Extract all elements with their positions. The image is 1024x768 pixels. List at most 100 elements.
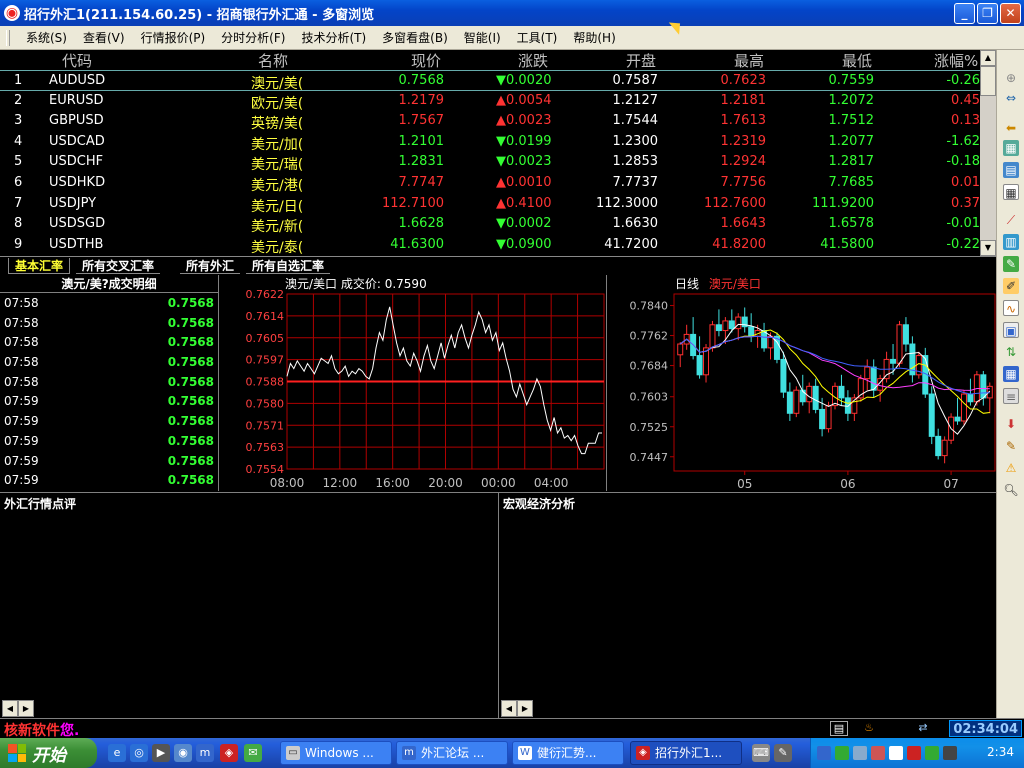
list-item[interactable]: 07:59 0.7568 bbox=[0, 391, 218, 411]
menu-view[interactable]: 查看(V) bbox=[75, 29, 133, 46]
trend-icon[interactable]: ∿ bbox=[1003, 300, 1019, 316]
news-icon[interactable]: ≡ bbox=[1003, 388, 1019, 404]
tray-monitor-icon[interactable] bbox=[853, 746, 867, 760]
tab-all-cross-rates[interactable]: 所有交叉汇率 bbox=[76, 258, 161, 274]
menu-quotes[interactable]: 行情报价(P) bbox=[133, 29, 214, 46]
line-chart-icon[interactable]: ⟋ bbox=[1003, 212, 1019, 228]
table-row[interactable]: 9 USDTHB 美元/泰(41.6300 ▼0.0900 41.7200 41.8200… bbox=[0, 235, 980, 256]
col-low[interactable]: 最低 bbox=[842, 50, 872, 71]
menu-system[interactable]: 系统(S) bbox=[18, 29, 75, 46]
network-places-icon[interactable]: ◉ bbox=[174, 744, 192, 762]
report-icon[interactable]: ▤ bbox=[1003, 162, 1019, 178]
commentary-hscroll[interactable]: ◀ ▶ bbox=[2, 700, 34, 718]
task-forex-trend[interactable]: W 健衍汇势... bbox=[512, 741, 624, 765]
table-row[interactable]: 4 USDCAD 美元/加(1.2101 ▼0.0199 1.2300 1.2319 1.2… bbox=[0, 132, 980, 153]
macro-hscroll[interactable]: ◀ ▶ bbox=[501, 700, 533, 718]
tab-all-forex[interactable]: 所有外汇 bbox=[180, 258, 241, 274]
list-item[interactable]: 07:58 0.7568 bbox=[0, 372, 218, 392]
table-row[interactable]: 8 USDSGD 美元/新(1.6628 ▼0.0002 1.6630 1.6643 1.6… bbox=[0, 214, 980, 235]
quote-table-scrollbar[interactable]: ▲ ▼ bbox=[980, 50, 996, 256]
list-item[interactable]: 07:59 0.7568 bbox=[0, 470, 218, 490]
ie-icon[interactable]: e bbox=[108, 744, 126, 762]
tab-all-favorites[interactable]: 所有自选汇率 bbox=[246, 258, 331, 274]
back-arrow-icon[interactable]: ⬅ bbox=[1003, 120, 1019, 136]
list-item[interactable]: 07:58 0.7568 bbox=[0, 313, 218, 333]
messenger-icon[interactable]: m bbox=[196, 744, 214, 762]
tray-forex-icon[interactable] bbox=[907, 746, 921, 760]
tray-network-icon[interactable] bbox=[817, 746, 831, 760]
media-icon[interactable]: ▶ bbox=[152, 744, 170, 762]
col-pct[interactable]: 涨幅% bbox=[934, 50, 978, 71]
menu-tools[interactable]: 工具(T) bbox=[509, 29, 566, 46]
col-code[interactable]: 代码 bbox=[62, 50, 92, 71]
network-icon[interactable]: ▤ bbox=[830, 721, 848, 736]
table-icon[interactable]: ▦ bbox=[1003, 184, 1019, 200]
tab-basic-rates[interactable]: 基本汇率 bbox=[8, 258, 71, 274]
user-icon[interactable]: ♨ bbox=[860, 721, 878, 736]
table-row[interactable]: 2 EURUSD 欧元/美(1.2179 ▲0.0054 1.2127 1.2181 1.2… bbox=[0, 91, 980, 112]
menu-intraday-analysis[interactable]: 分时分析(F) bbox=[213, 29, 293, 46]
menu-smart[interactable]: 智能(I) bbox=[456, 29, 509, 46]
window-layout-icon[interactable]: ▣ bbox=[1003, 322, 1019, 338]
col-name[interactable]: 名称 bbox=[258, 50, 288, 71]
tool-icon[interactable]: ✎ bbox=[774, 744, 792, 762]
list-item[interactable]: 07:59 0.7568 bbox=[0, 411, 218, 431]
minimize-button[interactable]: _ bbox=[954, 3, 975, 24]
zoom-in-icon[interactable]: ⊕ bbox=[1003, 70, 1019, 86]
scroll-thumb[interactable] bbox=[980, 66, 996, 96]
multi-chart-icon[interactable]: ▥ bbox=[1003, 234, 1019, 250]
exchange-icon[interactable]: ⇅ bbox=[1003, 344, 1019, 360]
browser-icon[interactable]: ◎ bbox=[130, 744, 148, 762]
daily-chart[interactable]: 0.7840 0.7762 0.7684 0.7603 0.7525 0.7447 05 06… bbox=[608, 275, 996, 491]
task-windows[interactable]: ▭ Windows ... bbox=[280, 741, 392, 765]
list-item[interactable]: 07:58 0.7568 bbox=[0, 352, 218, 372]
table-row[interactable]: 6 USDHKD 美元/港(7.7747 ▲0.0010 7.7737 7.7756 7.7… bbox=[0, 173, 980, 194]
menu-multi-window[interactable]: 多窗看盘(B) bbox=[374, 29, 456, 46]
task-cmb-forex[interactable]: ◈ 招行外汇1... bbox=[630, 741, 742, 765]
alert-icon[interactable]: ⚠ bbox=[1003, 460, 1019, 476]
keyboard-icon[interactable]: ⌨ bbox=[752, 744, 770, 762]
daily-chart-panel[interactable]: 日线 澳元/美口 0.7840 0.7762 0.7684 0.7603 0.7525 0… bbox=[608, 275, 996, 491]
table-row[interactable]: 5 USDCHF 美元/瑞(1.2831 ▼0.0023 1.2853 1.2924 1.2… bbox=[0, 152, 980, 173]
list-item[interactable]: 07:59 0.7568 bbox=[0, 431, 218, 451]
table-row[interactable]: 7 USDJPY 美元/日(112.7100 ▲0.4100 112.3000 112.7… bbox=[0, 194, 980, 215]
forex-app-icon[interactable]: ◈ bbox=[220, 744, 238, 762]
scroll-down-button[interactable]: ▼ bbox=[980, 240, 996, 256]
restore-button[interactable]: ❐ bbox=[977, 3, 998, 24]
scroll-left-button[interactable]: ◀ bbox=[2, 700, 18, 717]
scroll-right-button[interactable]: ▶ bbox=[18, 700, 34, 717]
list-item[interactable]: 07:58 0.7568 bbox=[0, 332, 218, 352]
tray-green-icon[interactable] bbox=[925, 746, 939, 760]
search-icon[interactable]: 🔍︎ bbox=[1003, 482, 1019, 498]
title-bar[interactable]: ◉ 招行外汇1(211.154.60.25) - 招商银行外汇通 - 多窗浏览 … bbox=[0, 0, 1024, 26]
tray-volume-icon[interactable] bbox=[943, 746, 957, 760]
scroll-left-button[interactable]: ◀ bbox=[501, 700, 517, 717]
start-button[interactable]: 开始 bbox=[0, 738, 97, 768]
tray-app-icon[interactable] bbox=[835, 746, 849, 760]
table-row[interactable]: 1 AUDUSD 澳元/美(0.7568 ▼0.0020 0.7587 0.7623 0.7… bbox=[0, 70, 980, 92]
col-open[interactable]: 开盘 bbox=[626, 50, 656, 71]
chat-icon[interactable]: ✉ bbox=[244, 744, 262, 762]
menu-technical-analysis[interactable]: 技术分析(T) bbox=[293, 29, 374, 46]
intraday-chart[interactable]: 0.7622 0.7614 0.7605 0.7597 0.7588 0.7580 0.75… bbox=[220, 275, 607, 491]
intraday-chart-panel[interactable]: 澳元/美口 成交价: 0.7590 0.7622 0.7614 0.7605 0.75… bbox=[220, 275, 607, 491]
task-forex-forum[interactable]: m 外汇论坛 ... bbox=[396, 741, 508, 765]
scroll-up-button[interactable]: ▲ bbox=[980, 50, 996, 66]
scroll-right-button[interactable]: ▶ bbox=[517, 700, 533, 717]
calendar-icon[interactable]: ▦ bbox=[1003, 366, 1019, 382]
link-icon[interactable]: ⇔ bbox=[1003, 90, 1019, 106]
close-button[interactable]: ✕ bbox=[1000, 3, 1021, 24]
menu-help[interactable]: 帮助(H) bbox=[565, 29, 623, 46]
quote-list-icon[interactable]: ▦ bbox=[1003, 140, 1019, 156]
download-icon[interactable]: ⬇ bbox=[1003, 416, 1019, 432]
list-item[interactable]: 07:59 0.7568 bbox=[0, 451, 218, 471]
col-price[interactable]: 现价 bbox=[411, 50, 441, 71]
tray-status-icon[interactable] bbox=[889, 746, 903, 760]
pen-icon[interactable]: ✎ bbox=[1003, 438, 1019, 454]
connection-icon[interactable]: ⇄ bbox=[914, 721, 932, 736]
tray-shield-icon[interactable] bbox=[871, 746, 885, 760]
draw-tool-icon[interactable]: ✐ bbox=[1003, 278, 1019, 294]
col-change[interactable]: 涨跌 bbox=[518, 50, 548, 71]
indicator-icon[interactable]: ✎ bbox=[1003, 256, 1019, 272]
toolbar-grip[interactable] bbox=[6, 29, 10, 46]
